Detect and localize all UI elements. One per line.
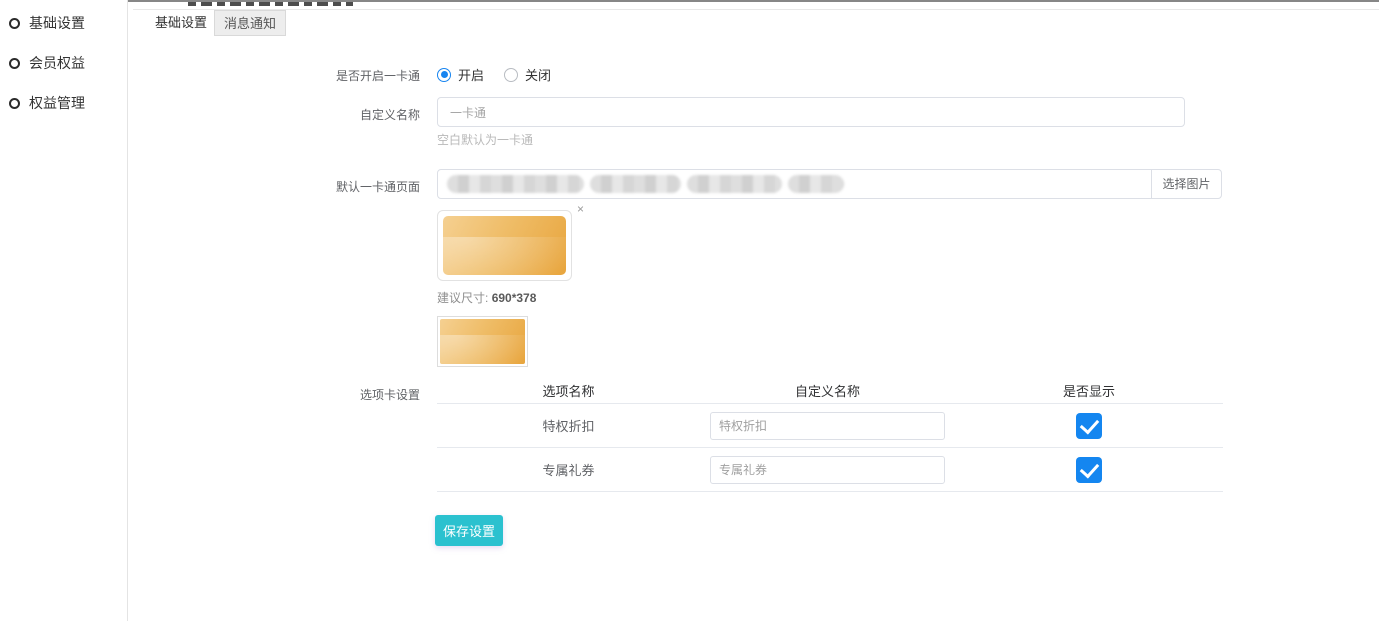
- sidebar-divider: [127, 0, 128, 621]
- radio-off[interactable]: 关闭: [504, 65, 551, 84]
- size-hint: 建议尺寸: 690*378: [437, 289, 536, 306]
- radio-on[interactable]: 开启: [437, 65, 484, 84]
- save-button[interactable]: 保存设置: [435, 515, 503, 546]
- column-header-option-name: 选项名称: [437, 381, 700, 400]
- option-custom-name-input[interactable]: [710, 456, 945, 484]
- tabbar-border: [133, 9, 1379, 10]
- radio-off-icon: [504, 68, 518, 82]
- custom-name-label: 自定义名称: [240, 106, 420, 123]
- circle-icon: [9, 18, 20, 29]
- option-name: 专属礼券: [437, 460, 700, 479]
- visible-checkbox[interactable]: [1076, 457, 1102, 483]
- card-image-preview[interactable]: [437, 210, 572, 281]
- sidebar: 基础设置 会员权益 权益管理: [0, 0, 127, 621]
- column-header-visible: 是否显示: [955, 381, 1223, 400]
- column-header-custom-name: 自定义名称: [700, 381, 955, 400]
- visible-checkbox[interactable]: [1076, 413, 1102, 439]
- table-header-row: 选项名称 自定义名称 是否显示: [437, 378, 1223, 404]
- radio-on-icon: [437, 68, 451, 82]
- option-custom-name-input[interactable]: [710, 412, 945, 440]
- circle-icon: [9, 98, 20, 109]
- page: 基础设置 会员权益 权益管理 基础设置 消息通知 是否开启一卡通 开启 关闭 自…: [0, 0, 1379, 621]
- sidebar-item-benefits-management[interactable]: 权益管理: [9, 93, 85, 113]
- custom-name-hint: 空白默认为一卡通: [437, 131, 533, 148]
- size-hint-label: 建议尺寸:: [437, 291, 488, 305]
- option-name: 特权折扣: [437, 416, 700, 435]
- card-image-thumbnail[interactable]: [437, 316, 528, 367]
- radio-on-label: 开启: [458, 65, 484, 84]
- tab-settings-label: 选项卡设置: [240, 386, 420, 403]
- default-page-label: 默认一卡通页面: [240, 178, 420, 195]
- sidebar-item-label: 权益管理: [29, 93, 85, 113]
- table-row: 专属礼券: [437, 448, 1223, 492]
- tab-basic-settings[interactable]: 基础设置: [148, 10, 214, 36]
- size-hint-value: 690*378: [492, 291, 537, 305]
- default-page-input[interactable]: [437, 169, 1152, 199]
- tab-message-notify[interactable]: 消息通知: [214, 10, 286, 36]
- sidebar-item-basic-settings[interactable]: 基础设置: [9, 13, 85, 33]
- enable-label: 是否开启一卡通: [240, 67, 420, 84]
- enable-radio-group: 开启 关闭: [437, 65, 551, 84]
- circle-icon: [9, 58, 20, 69]
- options-table: 选项名称 自定义名称 是否显示 特权折扣 专属礼券: [437, 378, 1223, 492]
- table-row: 特权折扣: [437, 404, 1223, 448]
- sidebar-item-label: 会员权益: [29, 53, 85, 73]
- select-image-button[interactable]: 选择图片: [1151, 169, 1222, 199]
- close-icon[interactable]: ×: [577, 203, 584, 215]
- radio-off-label: 关闭: [525, 65, 551, 84]
- card-image: [443, 216, 566, 275]
- sidebar-item-label: 基础设置: [29, 13, 85, 33]
- card-image-small: [440, 319, 525, 364]
- clipped-text-fragments: [188, 2, 353, 6]
- sidebar-item-member-benefits[interactable]: 会员权益: [9, 53, 85, 73]
- custom-name-input[interactable]: [437, 97, 1185, 127]
